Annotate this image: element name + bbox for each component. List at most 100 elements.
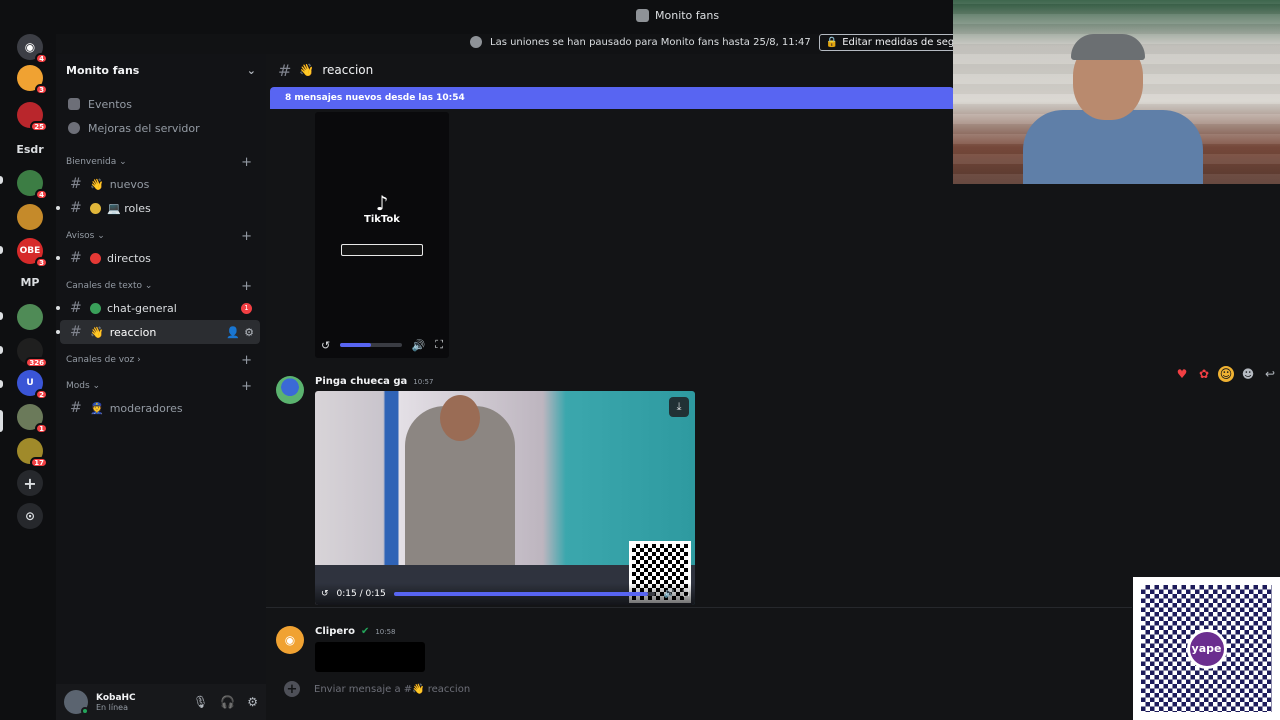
wave-emoji-icon: 👋 xyxy=(90,177,104,191)
message-author[interactable]: Clipero xyxy=(315,626,355,637)
smile-icon[interactable]: ☺ xyxy=(1218,366,1234,382)
video-embed[interactable]: ⤓ ↺ 0:15 / 0:15 🔊 ⛶ xyxy=(315,391,695,605)
qr-code: yape xyxy=(1141,585,1272,712)
add-channel-icon[interactable]: + xyxy=(241,379,252,394)
server-initials: OBE xyxy=(19,246,41,256)
server-item[interactable]: 3 xyxy=(17,65,48,95)
server-item[interactable]: 326 xyxy=(17,338,48,368)
server-item[interactable]: OBE 3 xyxy=(17,238,48,268)
composer-placeholder[interactable]: Enviar mensaje a #👋 reaccion xyxy=(314,684,470,695)
video-progress[interactable] xyxy=(393,592,656,596)
add-channel-icon[interactable]: + xyxy=(241,353,252,368)
server-item[interactable] xyxy=(17,304,43,330)
channel-reaccion[interactable]: # 👋 reaccion 👤 ⚙ xyxy=(56,320,260,344)
video-progress-fill xyxy=(393,592,648,596)
plus-icon: + xyxy=(23,473,37,493)
replay-icon[interactable]: ↺ xyxy=(321,589,329,599)
webcam-person-cap xyxy=(1071,34,1145,60)
window-title: Monito fans xyxy=(636,9,719,22)
notice-text: Las uniones se han pausado para Monito f… xyxy=(490,36,811,48)
add-channel-icon[interactable]: + xyxy=(241,279,252,294)
boosts-label: Mejoras del servidor xyxy=(88,121,200,135)
add-reaction-icon[interactable]: ☻ xyxy=(1240,366,1256,382)
channel-nuevos[interactable]: # 👋 nuevos xyxy=(60,172,260,196)
server-badge: 1 xyxy=(35,423,48,434)
fullscreen-icon[interactable]: ⛶ xyxy=(683,589,689,599)
volume-icon[interactable]: 🔊 xyxy=(412,339,426,352)
yape-logo: yape xyxy=(1186,628,1227,669)
online-status-dot xyxy=(81,707,89,715)
channel-roles[interactable]: # 💻 roles xyxy=(56,196,260,220)
gear-icon[interactable]: ⚙ xyxy=(247,695,258,709)
user-status: En línea xyxy=(96,702,129,712)
window-title-text: Monito fans xyxy=(655,9,720,22)
selected-pill xyxy=(0,410,3,432)
fullscreen-icon[interactable]: ⛶ xyxy=(435,338,443,352)
message-composer[interactable]: + Enviar mensaje a #👋 reaccion xyxy=(276,674,1132,704)
channel-directos[interactable]: # directos xyxy=(56,246,260,270)
new-messages-bar[interactable]: 8 mensajes nuevos desde las 10:54 xyxy=(270,87,954,109)
server-item[interactable]: 4 xyxy=(17,170,48,200)
server-folder-label[interactable]: Esdr xyxy=(12,143,48,156)
channel-moderadores[interactable]: # 👮 moderadores xyxy=(60,396,260,420)
category-canales-de-voz[interactable]: Canales de voz › + xyxy=(56,350,266,370)
category-canales-de-texto[interactable]: Canales de texto ⌄ + xyxy=(56,276,266,296)
gear-icon[interactable]: ⚙ xyxy=(244,326,254,339)
replay-icon[interactable]: ↺ xyxy=(321,339,330,352)
discover-button[interactable]: ⊙ xyxy=(17,503,43,529)
unread-dot xyxy=(56,330,60,334)
add-server-button[interactable]: + xyxy=(17,470,43,496)
avatar[interactable]: ◉ xyxy=(276,626,304,654)
category-bienvenida[interactable]: Bienvenida ⌄ + xyxy=(56,152,266,172)
microphone-icon[interactable]: 🎙 xyxy=(193,695,208,709)
message-timestamp: 10:58 xyxy=(375,628,396,636)
server-item[interactable]: 17 xyxy=(17,438,48,468)
tiktok-search-bar xyxy=(341,244,423,256)
boosts-link[interactable]: Mejoras del servidor xyxy=(56,116,266,140)
server-badge: 3 xyxy=(35,257,48,268)
add-channel-icon[interactable]: + xyxy=(241,229,252,244)
mention-badge: 1 xyxy=(241,302,252,314)
unread-pill xyxy=(0,176,3,184)
globe-icon xyxy=(90,302,101,314)
category-mods[interactable]: Mods ⌄ + xyxy=(56,376,266,396)
headphones-icon[interactable]: 🎧 xyxy=(220,695,235,709)
reaction-icon[interactable]: ✿ xyxy=(1196,366,1212,382)
reply-icon[interactable]: ↩ xyxy=(1262,366,1278,382)
attach-plus-icon[interactable]: + xyxy=(284,681,300,697)
server-folder-label[interactable]: MP xyxy=(12,276,48,289)
server-initials: U xyxy=(26,378,34,388)
hash-icon: # xyxy=(70,250,82,266)
channel-chat-general[interactable]: # chat-general 1 xyxy=(56,296,260,320)
server-badge: 4 xyxy=(35,189,48,200)
add-channel-icon[interactable]: + xyxy=(241,155,252,170)
hash-icon: # xyxy=(70,176,82,192)
server-badge: 4 xyxy=(35,53,48,64)
home-button[interactable]: ◉ 4 xyxy=(17,34,48,64)
category-label: Canales de voz xyxy=(66,355,135,365)
unread-dot xyxy=(56,256,60,260)
avatar[interactable] xyxy=(276,376,304,404)
events-link[interactable]: Eventos xyxy=(56,92,266,116)
volume-icon[interactable]: 🔊 xyxy=(663,589,674,599)
message-actions: ♥ ✿ ☺ ☻ ↩ xyxy=(1174,366,1278,382)
media-embed[interactable] xyxy=(315,642,425,672)
channel-label: reaccion xyxy=(109,325,157,339)
tiktok-wordmark: TikTok xyxy=(364,214,400,225)
download-icon[interactable]: ⤓ xyxy=(669,397,689,417)
boost-icon xyxy=(68,122,80,134)
avatar[interactable] xyxy=(64,690,89,715)
person-head xyxy=(440,395,480,441)
tiktok-video-embed[interactable]: ♪ TikTok ↺ 🔊 ⛶ xyxy=(315,112,449,358)
server-item[interactable] xyxy=(17,204,43,230)
heart-icon[interactable]: ♥ xyxy=(1174,366,1190,382)
video-progress[interactable] xyxy=(340,343,402,347)
invite-icon[interactable]: 👤 xyxy=(226,326,240,339)
server-item-monito-fans[interactable]: 1 xyxy=(17,404,48,434)
server-item[interactable]: U 2 xyxy=(17,370,48,400)
server-item[interactable]: 25 xyxy=(17,102,48,132)
category-avisos[interactable]: Avisos ⌄ + xyxy=(56,226,266,246)
server-header[interactable]: Monito fans ⌄ xyxy=(56,54,266,86)
hash-icon: # xyxy=(70,200,82,216)
message-author[interactable]: Pinga chueca ga xyxy=(315,376,407,387)
